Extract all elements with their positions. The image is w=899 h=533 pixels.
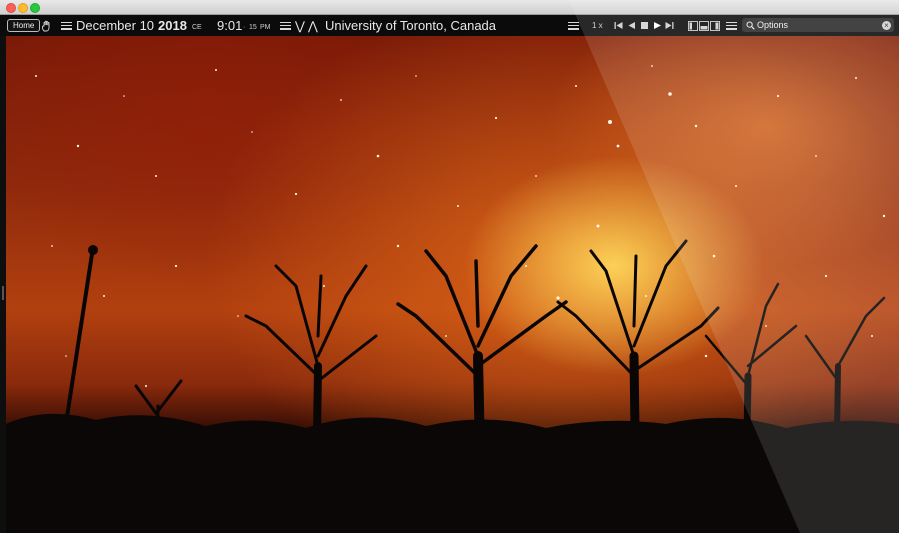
menu-icon[interactable] (61, 15, 72, 36)
skip-back-icon[interactable] (614, 15, 623, 36)
search-icon (746, 21, 755, 30)
time-menu-icon[interactable] (280, 15, 291, 36)
chevron-down-icon[interactable]: ⋁ (295, 15, 305, 36)
date-display[interactable]: December 10 (76, 15, 154, 36)
tree-silhouettes (6, 239, 899, 533)
play-icon[interactable] (653, 15, 662, 36)
chevron-up-icon[interactable]: ⋀ (308, 15, 318, 36)
step-back-icon[interactable] (627, 15, 636, 36)
layout-icon[interactable] (688, 15, 720, 36)
window-titlebar (0, 0, 899, 15)
home-button[interactable]: Home (7, 19, 41, 32)
close-window-button[interactable] (6, 3, 16, 13)
sky-view[interactable] (6, 36, 899, 533)
options-menu-icon[interactable] (726, 15, 737, 36)
location-display[interactable]: University of Toronto, Canada (325, 15, 496, 36)
layer-menu-icon[interactable] (568, 15, 579, 36)
time-display[interactable]: 9:01 (217, 15, 242, 36)
minimize-window-button[interactable] (18, 3, 28, 13)
maximize-window-button[interactable] (30, 3, 40, 13)
time-separator-dot: · (243, 24, 246, 31)
speed-display[interactable]: 1 x (592, 15, 603, 36)
seconds-display[interactable]: 15 (249, 17, 257, 38)
stop-icon[interactable] (640, 15, 649, 36)
era-label: CE (192, 24, 202, 31)
year-display[interactable]: 2018 (158, 15, 187, 36)
search-input[interactable] (755, 20, 877, 30)
clear-icon[interactable]: × (882, 20, 891, 30)
hand-icon[interactable] (41, 15, 53, 36)
toolbar: Home December 10 2018 CE 9:01 · 15 PM ⋁ … (0, 15, 899, 37)
search-box[interactable]: × (742, 18, 894, 32)
skip-forward-icon[interactable] (665, 15, 675, 36)
ampm-display[interactable]: PM (260, 17, 271, 38)
